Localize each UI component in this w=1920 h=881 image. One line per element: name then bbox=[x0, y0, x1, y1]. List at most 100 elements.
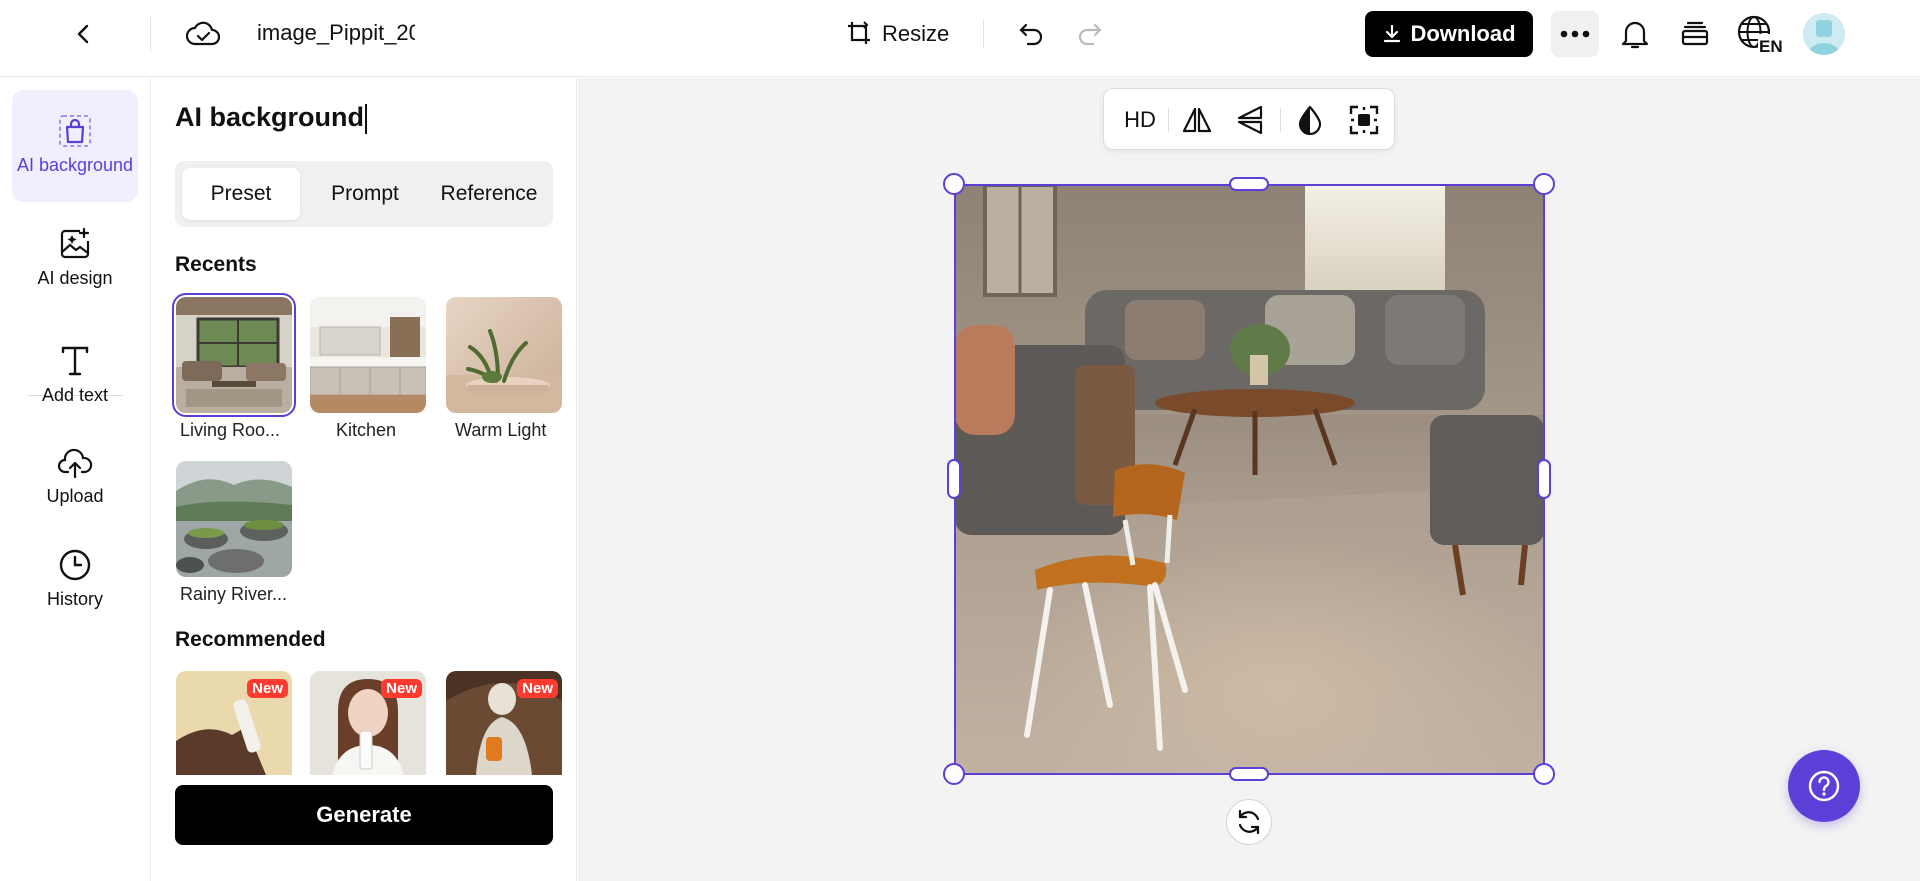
preset-label: Kitchen bbox=[336, 420, 397, 440]
nav-label: AI background bbox=[16, 155, 134, 176]
flip-vertical-icon bbox=[1237, 105, 1263, 135]
flip-horizontal-button[interactable] bbox=[1176, 99, 1218, 141]
preset-label: Living Roo... bbox=[180, 420, 281, 440]
nav-item-upload[interactable]: Upload bbox=[12, 436, 138, 520]
redo-button[interactable] bbox=[1072, 14, 1108, 54]
preset-thumb-rainy-river[interactable] bbox=[176, 461, 292, 577]
rotate-icon bbox=[1238, 809, 1260, 835]
recommended-thumb[interactable]: New bbox=[310, 671, 426, 775]
help-button[interactable] bbox=[1788, 750, 1860, 822]
canvas-image[interactable] bbox=[955, 185, 1544, 774]
preset-thumb-living-room[interactable] bbox=[172, 293, 296, 417]
shopping-bag-icon bbox=[59, 115, 91, 148]
new-badge: New bbox=[381, 679, 422, 698]
left-nav: AI background AI design Add text Upload … bbox=[0, 78, 151, 881]
new-badge: New bbox=[247, 679, 288, 698]
user-avatar-icon bbox=[1803, 13, 1845, 55]
resize-handle-right[interactable] bbox=[1537, 459, 1551, 499]
rainy-river-thumbnail bbox=[176, 461, 292, 577]
divider bbox=[150, 17, 151, 51]
preset-label: Warm Light bbox=[455, 420, 547, 440]
tab-bar: Preset Prompt Reference bbox=[175, 161, 553, 227]
flip-horizontal-icon bbox=[1182, 107, 1212, 133]
language-button[interactable]: EN bbox=[1735, 13, 1785, 55]
download-label: Download bbox=[1410, 21, 1516, 46]
preset-label: Rainy River... bbox=[180, 584, 288, 604]
tab-preset[interactable]: Preset bbox=[182, 168, 300, 220]
living-room-thumbnail bbox=[176, 297, 292, 413]
ai-background-panel: AI background Preset Prompt Reference Re… bbox=[152, 78, 577, 881]
chevron-left-icon bbox=[77, 24, 89, 44]
divider bbox=[983, 20, 984, 48]
nav-label: Upload bbox=[46, 486, 104, 507]
resize-label: Resize bbox=[882, 21, 950, 46]
redo-icon bbox=[1078, 23, 1102, 46]
preset-thumb-warm-light[interactable] bbox=[446, 297, 562, 413]
resize-handle-top[interactable] bbox=[1229, 177, 1269, 191]
droplet-icon bbox=[1298, 105, 1322, 136]
nav-item-add-text[interactable]: Add text bbox=[12, 334, 138, 418]
question-mark-icon bbox=[1808, 770, 1840, 802]
nav-label: Add text bbox=[41, 385, 109, 406]
top-bar: image_Pippit_20 Resize Download EN bbox=[0, 0, 1920, 77]
cloud-check-icon bbox=[185, 21, 221, 46]
resize-handle-bottom[interactable] bbox=[1229, 767, 1269, 781]
bell-icon bbox=[1621, 21, 1649, 49]
stack-icon bbox=[1681, 21, 1709, 46]
avatar[interactable] bbox=[1803, 13, 1845, 55]
text-t-icon bbox=[61, 347, 89, 376]
new-badge: New bbox=[517, 679, 558, 698]
more-horizontal-icon bbox=[1560, 30, 1590, 38]
nav-item-ai-background[interactable]: AI background bbox=[12, 90, 138, 202]
crop-focus-button[interactable] bbox=[1343, 99, 1385, 141]
flip-vertical-button[interactable] bbox=[1230, 99, 1272, 141]
resize-handle-left[interactable] bbox=[947, 459, 961, 499]
notifications-button[interactable] bbox=[1615, 15, 1655, 53]
back-button[interactable] bbox=[66, 16, 102, 52]
globe-icon: EN bbox=[1737, 15, 1784, 54]
generate-button[interactable]: Generate bbox=[175, 785, 553, 845]
nav-item-history[interactable]: History bbox=[12, 538, 138, 622]
tab-prompt[interactable]: Prompt bbox=[306, 168, 424, 220]
panel-title-text: AI background bbox=[175, 102, 365, 132]
image-sparkle-icon bbox=[60, 228, 90, 259]
resize-handle-bottom-left[interactable] bbox=[943, 763, 965, 785]
more-options-button[interactable] bbox=[1551, 11, 1599, 57]
nav-label: History bbox=[46, 589, 103, 610]
cloud-save-button[interactable] bbox=[183, 15, 223, 53]
layers-button[interactable] bbox=[1675, 15, 1715, 53]
nav-label: AI design bbox=[37, 268, 113, 289]
clock-icon bbox=[59, 550, 91, 581]
kitchen-thumbnail bbox=[310, 297, 426, 413]
crop-focus-icon bbox=[1349, 105, 1379, 135]
divider bbox=[1168, 108, 1169, 132]
text-cursor bbox=[365, 103, 368, 134]
download-icon bbox=[1384, 24, 1401, 43]
living-room-scene-image bbox=[955, 185, 1544, 774]
warm-light-thumbnail bbox=[446, 297, 562, 413]
divider bbox=[1280, 108, 1281, 132]
panel-title: AI background bbox=[175, 102, 368, 134]
resize-handle-bottom-right[interactable] bbox=[1533, 763, 1555, 785]
file-name[interactable]: image_Pippit_20 bbox=[257, 20, 415, 46]
recommended-thumb[interactable]: New bbox=[176, 671, 292, 775]
adjust-button[interactable] bbox=[1289, 99, 1331, 141]
nav-item-ai-design[interactable]: AI design bbox=[12, 218, 138, 300]
resize-button[interactable]: Resize bbox=[846, 14, 949, 54]
recommended-heading: Recommended bbox=[175, 628, 326, 651]
language-badge: EN bbox=[1759, 37, 1783, 54]
preset-thumb-kitchen[interactable] bbox=[310, 297, 426, 413]
rotate-button[interactable] bbox=[1226, 799, 1272, 845]
image-toolbar: HD bbox=[1103, 88, 1395, 150]
download-button[interactable]: Download bbox=[1365, 11, 1533, 57]
tab-reference[interactable]: Reference bbox=[430, 168, 548, 220]
resize-handle-top-left[interactable] bbox=[943, 173, 965, 195]
cloud-upload-icon bbox=[57, 449, 93, 479]
hd-button[interactable]: HD bbox=[1116, 99, 1164, 141]
resize-handle-top-right[interactable] bbox=[1533, 173, 1555, 195]
recents-heading: Recents bbox=[175, 253, 257, 276]
undo-button[interactable] bbox=[1013, 14, 1049, 54]
recommended-thumb[interactable]: New bbox=[446, 671, 562, 775]
resize-icon bbox=[848, 21, 870, 44]
undo-icon bbox=[1019, 23, 1043, 46]
